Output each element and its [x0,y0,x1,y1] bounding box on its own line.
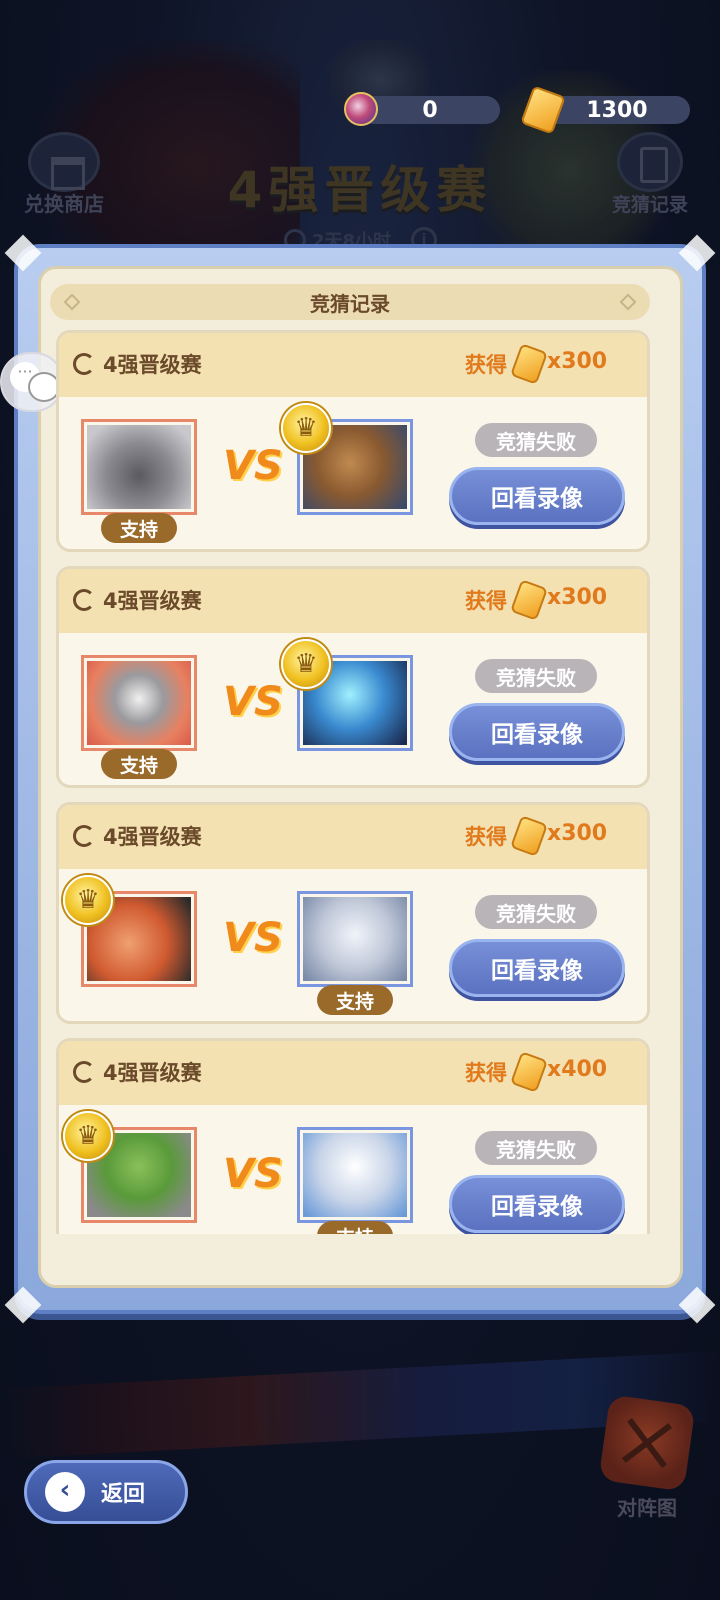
winner-crown-icon: ♛ [63,1111,113,1161]
record-card: 4强晋级赛 获得 x300 支持 VS ♛ 竞猜失败 回看录像 [56,566,650,788]
griffin-portrait [303,1133,407,1217]
crossed-swords-icon [598,1394,696,1492]
vs-label: VS [223,679,283,725]
replay-button[interactable]: 回看录像 [449,703,625,761]
ticket-icon [510,579,548,621]
reward-value: x300 [547,349,608,374]
result-badge: 竞猜失败 [475,423,597,457]
match-icon [73,825,95,847]
support-tag: 支持 [317,1221,393,1234]
reward-label: 获得 [465,825,507,849]
right-fighter-portrait [297,891,413,987]
support-tag: 支持 [317,985,393,1015]
replay-button[interactable]: 回看录像 [449,467,625,525]
record-header: 4强晋级赛 获得 x300 [59,805,647,869]
panel-title: 竞猜记录 [50,284,650,320]
match-name: 4强晋级赛 [103,353,202,377]
ticket-icon [510,815,548,857]
reward-label: 获得 [465,353,507,377]
record-header: 4强晋级赛 获得 x400 [59,1041,647,1105]
winner-crown-icon: ♛ [281,403,331,453]
match-name: 4强晋级赛 [103,825,202,849]
match-icon [73,1061,95,1083]
match-icon [73,353,95,375]
match-icon [73,589,95,611]
shield-golem-portrait [87,661,191,745]
gem-balance: 0 [360,96,500,124]
reward-label: 获得 [465,589,507,613]
left-fighter-portrait [81,419,197,515]
winner-crown-icon: ♛ [63,875,113,925]
replay-button[interactable]: 回看录像 [449,939,625,997]
match-name: 4强晋级赛 [103,1061,202,1085]
chat-bubble-button[interactable] [0,352,64,412]
record-header: 4强晋级赛 获得 x300 [59,333,647,397]
reward-value: x400 [547,1057,608,1082]
rock-beast-portrait [87,425,191,509]
back-label: 返回 [101,1482,146,1507]
match-name: 4强晋级赛 [103,589,202,613]
gem-icon [344,92,378,126]
reward-value: x300 [547,585,608,610]
record-header: 4强晋级赛 获得 x300 [59,569,647,633]
reward-value: x300 [547,821,608,846]
reward-label: 获得 [465,1061,507,1085]
result-badge: 竞猜失败 [475,1131,597,1165]
ticket-balance: 1300 [544,96,690,124]
replay-button[interactable]: 回看录像 [449,1175,625,1233]
bracket-label: 对阵图 [617,1496,677,1520]
diamond-ornament-icon [619,293,637,311]
diamond-ornament-icon [63,293,81,311]
right-fighter-portrait [297,1127,413,1223]
record-card: 4强晋级赛 获得 x400 ♛ VS 支持 竞猜失败 回看录像 [56,1038,650,1234]
result-badge: 竞猜失败 [475,895,597,929]
bracket-button[interactable]: 对阵图 [592,1394,702,1530]
left-fighter-portrait [81,655,197,751]
winner-crown-icon: ♛ [281,639,331,689]
record-card: 4强晋级赛 获得 x300 ♛ VS 支持 竞猜失败 回看录像 [56,802,650,1024]
record-list[interactable]: 4强晋级赛 获得 x300 支持 VS ♛ 竞猜失败 回看录像 4强晋级赛 获得… [56,330,650,1234]
back-button[interactable]: ‹ 返回 [24,1460,188,1524]
record-card: 4强晋级赛 获得 x300 支持 VS ♛ 竞猜失败 回看录像 [56,330,650,552]
support-tag: 支持 [101,513,177,543]
ticket-icon [510,1051,548,1093]
vs-label: VS [223,1151,283,1197]
robot-portrait [303,897,407,981]
support-tag: 支持 [101,749,177,779]
vs-label: VS [223,443,283,489]
result-badge: 竞猜失败 [475,659,597,693]
vs-label: VS [223,915,283,961]
back-arrow-icon: ‹ [45,1472,85,1512]
ticket-icon [510,343,548,385]
